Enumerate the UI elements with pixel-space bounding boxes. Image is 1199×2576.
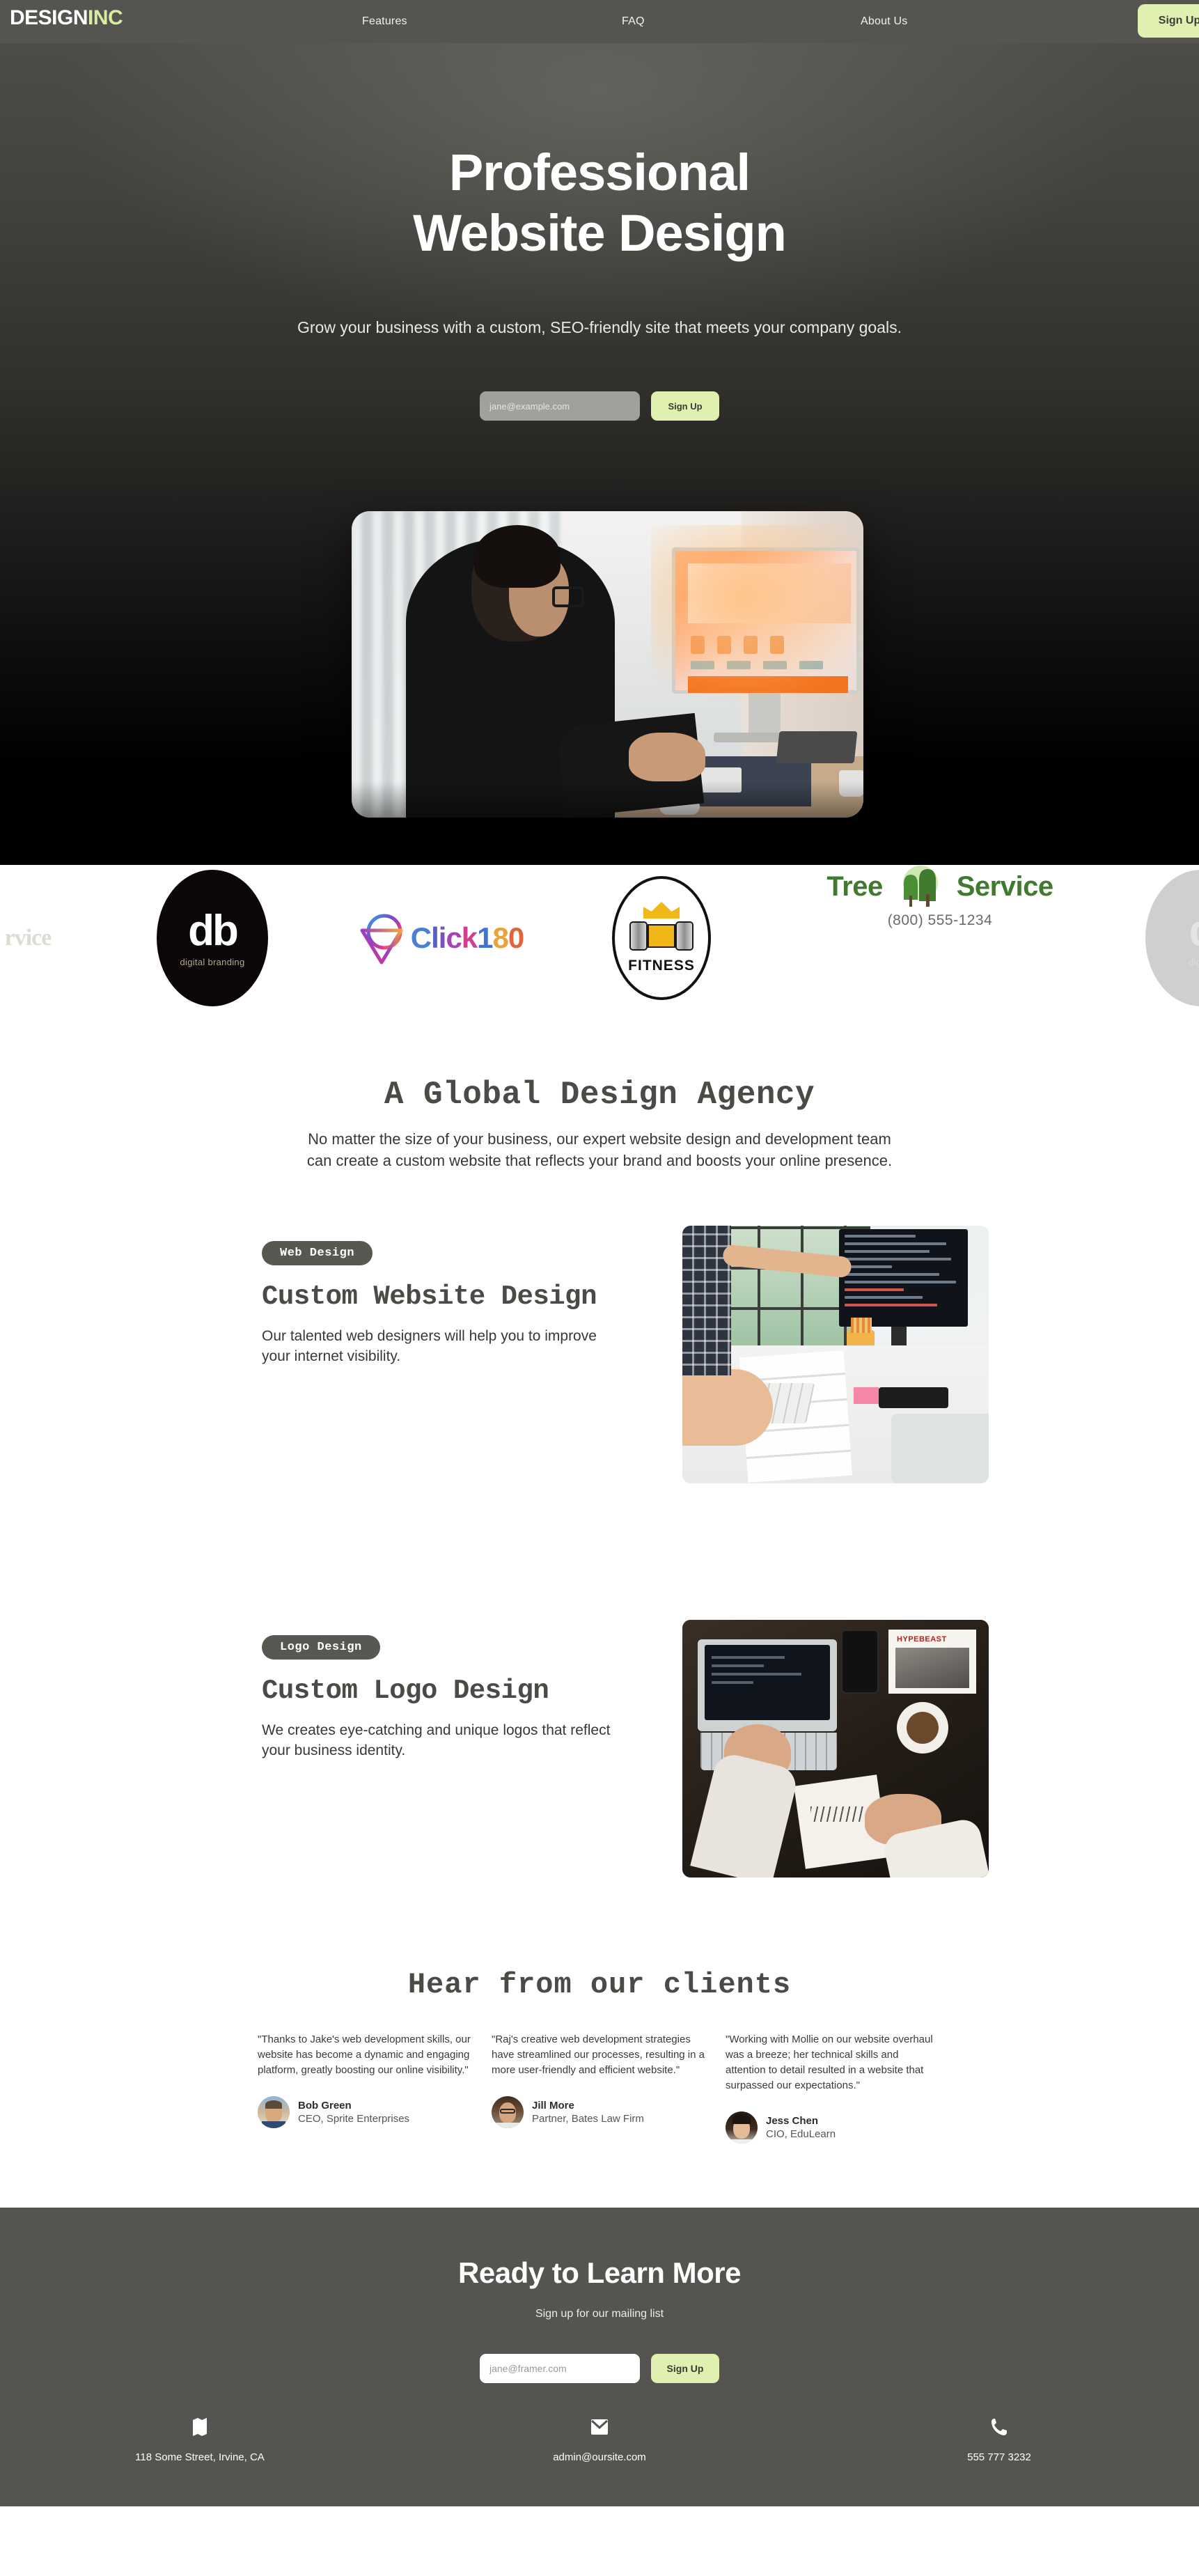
avatar — [258, 2096, 290, 2129]
nav-sign-up-button[interactable]: Sign Up — [1138, 4, 1199, 38]
partial-right-logo-mark: d — [1189, 909, 1199, 953]
top-navigation-bar: DESIGNINC Features FAQ About Us Sign Up — [0, 0, 1199, 43]
mail-icon — [400, 2415, 799, 2439]
feature-block-web-design: Web Design Custom Website Design Our tal… — [0, 1226, 1199, 1490]
testimonial-author-name: Jill More — [532, 2100, 574, 2112]
footer-address-text: 118 Some Street, Irvine, CA — [135, 2451, 265, 2464]
hero-heading: Professional Website Design — [0, 142, 1199, 264]
tree-wordmark-part2: Service — [956, 871, 1053, 902]
footer-email-input[interactable] — [480, 2354, 640, 2384]
footer-contact-phone: 555 777 3232 — [799, 2415, 1199, 2463]
testimonial-card: "Thanks to Jake's web development skills… — [258, 2032, 473, 2144]
avatar — [492, 2096, 524, 2129]
feature-body-web-design: Our talented web designers will help you… — [262, 1327, 597, 1364]
testimonials-heading: Hear from our clients — [407, 1968, 792, 2002]
footer-contact-row: 118 Some Street, Irvine, CA admin@oursit… — [0, 2415, 1199, 2463]
feature-image-logo-design: HYPEBEAST — [682, 1620, 989, 1878]
footer-sign-up-button[interactable]: Sign Up — [651, 2354, 719, 2384]
client-logo-carousel: rvice db digital branding Click180 FITNE… — [0, 865, 1199, 1011]
db-logo-mark: db — [188, 906, 239, 955]
tree-icon — [890, 865, 950, 908]
testimonial-author: Jess Chen CIO, EduLearn — [726, 2111, 941, 2144]
logo-item-click180: Click180 — [327, 865, 550, 1011]
logo-item-db-digital-branding: db digital branding — [150, 865, 275, 1011]
testimonial-author: Bob Green CEO, Sprite Enterprises — [258, 2096, 473, 2129]
footer-signup-form: Sign Up — [0, 2354, 1199, 2384]
testimonial-author-name: Bob Green — [298, 2100, 352, 2112]
testimonial-author-role: CEO, Sprite Enterprises — [298, 2113, 410, 2125]
testimonial-quote: "Thanks to Jake's web development skills… — [258, 2034, 471, 2077]
footer-email-text: admin@oursite.com — [553, 2451, 646, 2464]
click180-triangle-icon — [354, 911, 408, 965]
logo-item-tree-service: Tree Service (800) 555-1234 — [780, 865, 1100, 1011]
footer-phone-text: 555 777 3232 — [967, 2451, 1031, 2464]
agency-body-text: No matter the size of your business, our… — [306, 1130, 893, 1170]
feature-body-logo-design: We creates eye-catching and unique logos… — [262, 1722, 611, 1758]
click180-wordmark: Click180 — [410, 921, 525, 954]
logo-item-partial-right: d digital — [1124, 865, 1199, 1011]
testimonial-author-role: CIO, EduLearn — [766, 2128, 836, 2141]
feature-title-web-design: Custom Website Design — [262, 1281, 597, 1313]
feature-chip-web-design: Web Design — [262, 1241, 373, 1266]
agency-heading: A Global Design Agency — [384, 1077, 815, 1113]
phone-icon — [799, 2415, 1199, 2439]
testimonials-section: Hear from our clients "Thanks to Jake's … — [0, 1968, 1199, 2208]
logo-item-fitness: FITNESS — [592, 865, 731, 1011]
crown-icon — [643, 902, 680, 919]
avatar — [726, 2111, 758, 2144]
feature-title-logo-design: Custom Logo Design — [262, 1676, 549, 1707]
nav-link-faq[interactable]: FAQ — [622, 15, 645, 28]
testimonial-quote: "Working with Mollie on our website over… — [726, 2034, 933, 2092]
testimonial-card-list: "Thanks to Jake's web development skills… — [0, 2032, 1199, 2144]
testimonial-quote: "Raj's creative web development strategi… — [492, 2034, 705, 2077]
testimonial-card: "Raj's creative web development strategi… — [492, 2032, 707, 2144]
landing-page: DESIGNINC Features FAQ About Us Sign Up … — [0, 0, 1199, 2507]
dumbbell-icon — [622, 920, 700, 952]
map-icon — [0, 2415, 400, 2439]
hero-section: Professional Website Design Grow your bu… — [0, 43, 1199, 865]
partial-left-logo-text: rvice — [4, 925, 52, 951]
hero-subheading: Grow your business with a custom, SEO-fr… — [297, 318, 902, 336]
footer-contact-address: 118 Some Street, Irvine, CA — [0, 2415, 400, 2463]
testimonial-author: Jill More Partner, Bates Law Firm — [492, 2096, 707, 2129]
tree-wordmark-part1: Tree — [826, 871, 883, 902]
hero-image — [352, 511, 863, 818]
feature-block-logo-design: Logo Design Custom Logo Design We create… — [0, 1620, 1199, 1884]
feature-chip-logo-design: Logo Design — [262, 1635, 380, 1660]
hero-sign-up-button[interactable]: Sign Up — [651, 391, 719, 421]
fitness-wordmark: FITNESS — [628, 958, 695, 974]
agency-intro-section: A Global Design Agency No matter the siz… — [0, 1011, 1199, 1172]
footer-subheading: Sign up for our mailing list — [535, 2308, 664, 2320]
tree-service-phone: (800) 555-1234 — [887, 912, 993, 928]
nav-link-features[interactable]: Features — [362, 15, 407, 28]
footer-contact-email: admin@oursite.com — [400, 2415, 799, 2463]
nav-link-about-us[interactable]: About Us — [861, 15, 907, 28]
db-logo-tagline: digital branding — [180, 956, 245, 967]
feature-image-web-design — [682, 1226, 989, 1484]
testimonial-author-role: Partner, Bates Law Firm — [532, 2113, 644, 2125]
features-section: Web Design Custom Website Design Our tal… — [0, 1171, 1199, 1968]
nav-links: Features FAQ About Us — [0, 0, 1199, 43]
hero-heading-line-2: Website Design — [413, 204, 787, 263]
logo-item-partial-left: rvice — [0, 865, 84, 1011]
hero-email-input[interactable] — [480, 391, 640, 421]
partial-right-logo-tagline: digital — [1188, 956, 1199, 967]
footer-cta-section: Ready to Learn More Sign up for our mail… — [0, 2208, 1199, 2507]
footer-heading: Ready to Learn More — [458, 2256, 741, 2290]
hero-signup-form: Sign Up — [0, 391, 1199, 421]
hero-heading-line-1: Professional — [448, 143, 751, 201]
testimonial-author-name: Jess Chen — [766, 2115, 819, 2128]
testimonial-card: "Working with Mollie on our website over… — [726, 2032, 941, 2144]
